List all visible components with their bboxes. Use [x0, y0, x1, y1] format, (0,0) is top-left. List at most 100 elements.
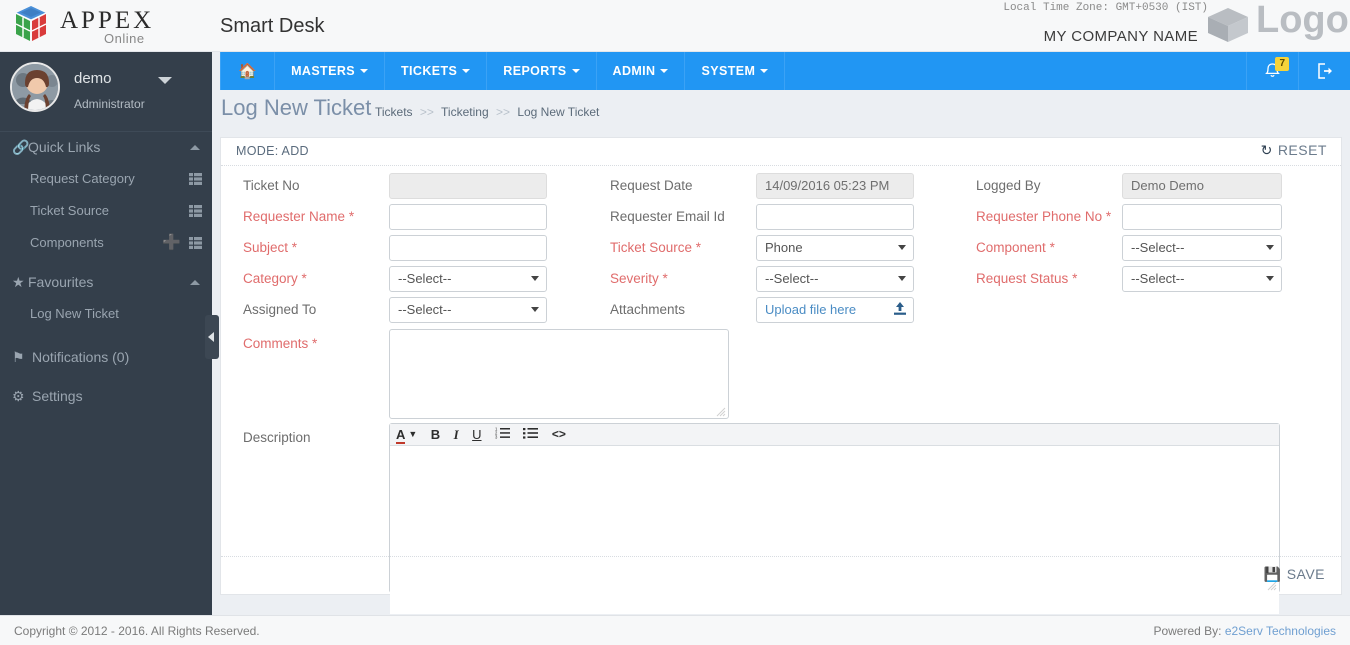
subject-input[interactable] [389, 235, 547, 261]
sidebar-item-components[interactable]: Components ➕ [0, 227, 212, 259]
sidebar-item-log-new-ticket[interactable]: Log New Ticket [0, 298, 212, 330]
ordered-list-icon[interactable]: 1 2 3 [495, 426, 510, 444]
gears-icon: ⚙ [12, 388, 25, 404]
sidebar-profile[interactable]: demo Administrator [0, 52, 212, 132]
page-footer: Copyright © 2012 - 2016. All Rights Rese… [0, 615, 1350, 645]
category-select-value: --Select-- [398, 271, 452, 286]
label-text: Comments [243, 336, 309, 351]
copyright-text: Copyright © 2012 - 2016. All Rights Rese… [14, 624, 260, 638]
powered-by-link[interactable]: e2Serv Technologies [1225, 624, 1336, 638]
chevron-up-icon[interactable] [190, 145, 200, 150]
comments-textarea[interactable] [389, 329, 729, 419]
unordered-list-icon[interactable] [523, 426, 539, 444]
label-requester-email: Requester Email Id [610, 209, 725, 224]
label-text: Category [243, 271, 298, 286]
requester-phone-input[interactable] [1122, 204, 1282, 230]
chevron-down-icon [898, 276, 906, 281]
logout-button[interactable] [1298, 52, 1350, 90]
company-logo: Logo [1204, 0, 1349, 48]
font-color-icon[interactable]: A [396, 426, 406, 444]
nav-item-masters[interactable]: MASTERS [275, 52, 385, 90]
save-button[interactable]: 💾 SAVE [1264, 566, 1325, 583]
label-request-status: Request Status * [976, 271, 1077, 286]
nav-item-admin[interactable]: ADMIN [597, 52, 686, 90]
form-mode-label: MODE: ADD [236, 144, 309, 158]
request-status-select[interactable]: --Select-- [1122, 266, 1282, 292]
sidebar-item-label: Components [30, 235, 104, 250]
nav-item-label: REPORTS [503, 64, 567, 78]
required-marker: * [1105, 209, 1112, 224]
reset-button[interactable]: ↻ RESET [1261, 142, 1327, 159]
underline-icon[interactable]: U [472, 426, 481, 444]
cube-logo-icon [15, 6, 47, 41]
unordered-list-glyph [523, 428, 539, 439]
category-select[interactable]: --Select-- [389, 266, 547, 292]
chevron-down-icon[interactable]: ▼ [408, 426, 417, 444]
sidebar-item-notifications[interactable]: ⚑ Notifications (0) [0, 338, 212, 377]
sidebar-item-label: Notifications (0) [32, 349, 130, 365]
chevron-down-icon [531, 276, 539, 281]
bold-icon[interactable]: B [431, 426, 440, 444]
list-grid-icon[interactable] [189, 173, 202, 185]
chevron-down-icon[interactable] [158, 77, 172, 84]
powered-by: Powered By: e2Serv Technologies [1153, 624, 1336, 638]
nav-item-system[interactable]: SYSTEM [685, 52, 786, 90]
sidebar-item-label: Ticket Source [30, 203, 109, 218]
resize-grip-icon[interactable] [716, 407, 726, 417]
requester-name-input[interactable] [389, 204, 547, 230]
chevron-down-icon [760, 69, 769, 73]
required-marker: * [1072, 271, 1078, 286]
component-select[interactable]: --Select-- [1122, 235, 1282, 261]
ticket-no-field [389, 173, 547, 199]
link-icon: 🔗 [12, 139, 30, 155]
sidebar-group-quick-links[interactable]: 🔗Quick Links [0, 132, 212, 163]
sidebar-item-ticket-source[interactable]: Ticket Source [0, 195, 212, 227]
sidebar-item-label: Request Category [30, 171, 135, 186]
list-grid-icon[interactable] [189, 205, 202, 217]
nav-item-tickets[interactable]: TICKETS [385, 52, 488, 90]
nav-item-label: TICKETS [401, 64, 458, 78]
chevron-down-icon [360, 69, 368, 73]
sidebar-collapse-handle[interactable] [205, 315, 219, 359]
label-requester-name: Requester Name * [243, 209, 354, 224]
chevron-down-icon [1266, 245, 1274, 250]
nav-item-label: MASTERS [291, 64, 355, 78]
list-grid-icon[interactable] [189, 237, 202, 249]
company-name: MY COMPANY NAME [1043, 28, 1198, 45]
nav-item-reports[interactable]: REPORTS [487, 52, 597, 90]
notification-badge: 7 [1275, 57, 1289, 71]
required-marker: * [312, 336, 318, 351]
italic-icon[interactable]: I [454, 426, 459, 444]
editor-toolbar: A ▼ B I U 1 2 3 <> [390, 424, 1279, 446]
chevron-up-icon[interactable] [190, 280, 200, 285]
sidebar-item-label: Log New Ticket [30, 306, 119, 321]
sidebar-group-favourites[interactable]: ★ Favourites [0, 267, 212, 298]
requester-email-input[interactable] [756, 204, 914, 230]
plus-icon[interactable]: ➕ [162, 235, 181, 250]
label-description: Description [243, 430, 311, 445]
main-navbar: 🏠 MASTERS TICKETS REPORTS ADMIN SYSTEM 7 [220, 52, 1350, 90]
top-brand-bar: APPEX Online Smart Desk Local Time Zone:… [0, 0, 1350, 52]
app-root: APPEX Online Smart Desk Local Time Zone:… [0, 0, 1350, 645]
nav-item-home[interactable]: 🏠 [220, 52, 276, 90]
page-title: Log New Ticket [221, 95, 372, 120]
code-view-icon[interactable]: <> [552, 426, 566, 444]
breadcrumb-item-tickets[interactable]: Tickets [375, 105, 413, 119]
app-logo[interactable]: APPEX Online [8, 4, 208, 50]
sidebar-item-request-category[interactable]: Request Category [0, 163, 212, 195]
chevron-down-icon [571, 69, 580, 73]
ticket-source-select[interactable]: Phone [756, 235, 914, 261]
chevron-down-icon [898, 245, 906, 250]
notifications-button[interactable]: 7 [1246, 52, 1298, 90]
avatar-image [12, 64, 58, 110]
sidebar-item-settings[interactable]: ⚙ Settings [0, 377, 212, 416]
upload-file-button[interactable]: Upload file here [756, 297, 914, 323]
required-marker: * [291, 240, 298, 255]
label-text: Requester Phone No [976, 209, 1103, 224]
box-logo-icon [1208, 8, 1248, 42]
breadcrumb-item-ticketing[interactable]: Ticketing [441, 105, 489, 119]
assigned-to-select[interactable]: --Select-- [389, 297, 547, 323]
severity-select[interactable]: --Select-- [756, 266, 914, 292]
brand-subtitle: Online [104, 31, 145, 46]
refresh-icon: ↻ [1260, 142, 1273, 158]
